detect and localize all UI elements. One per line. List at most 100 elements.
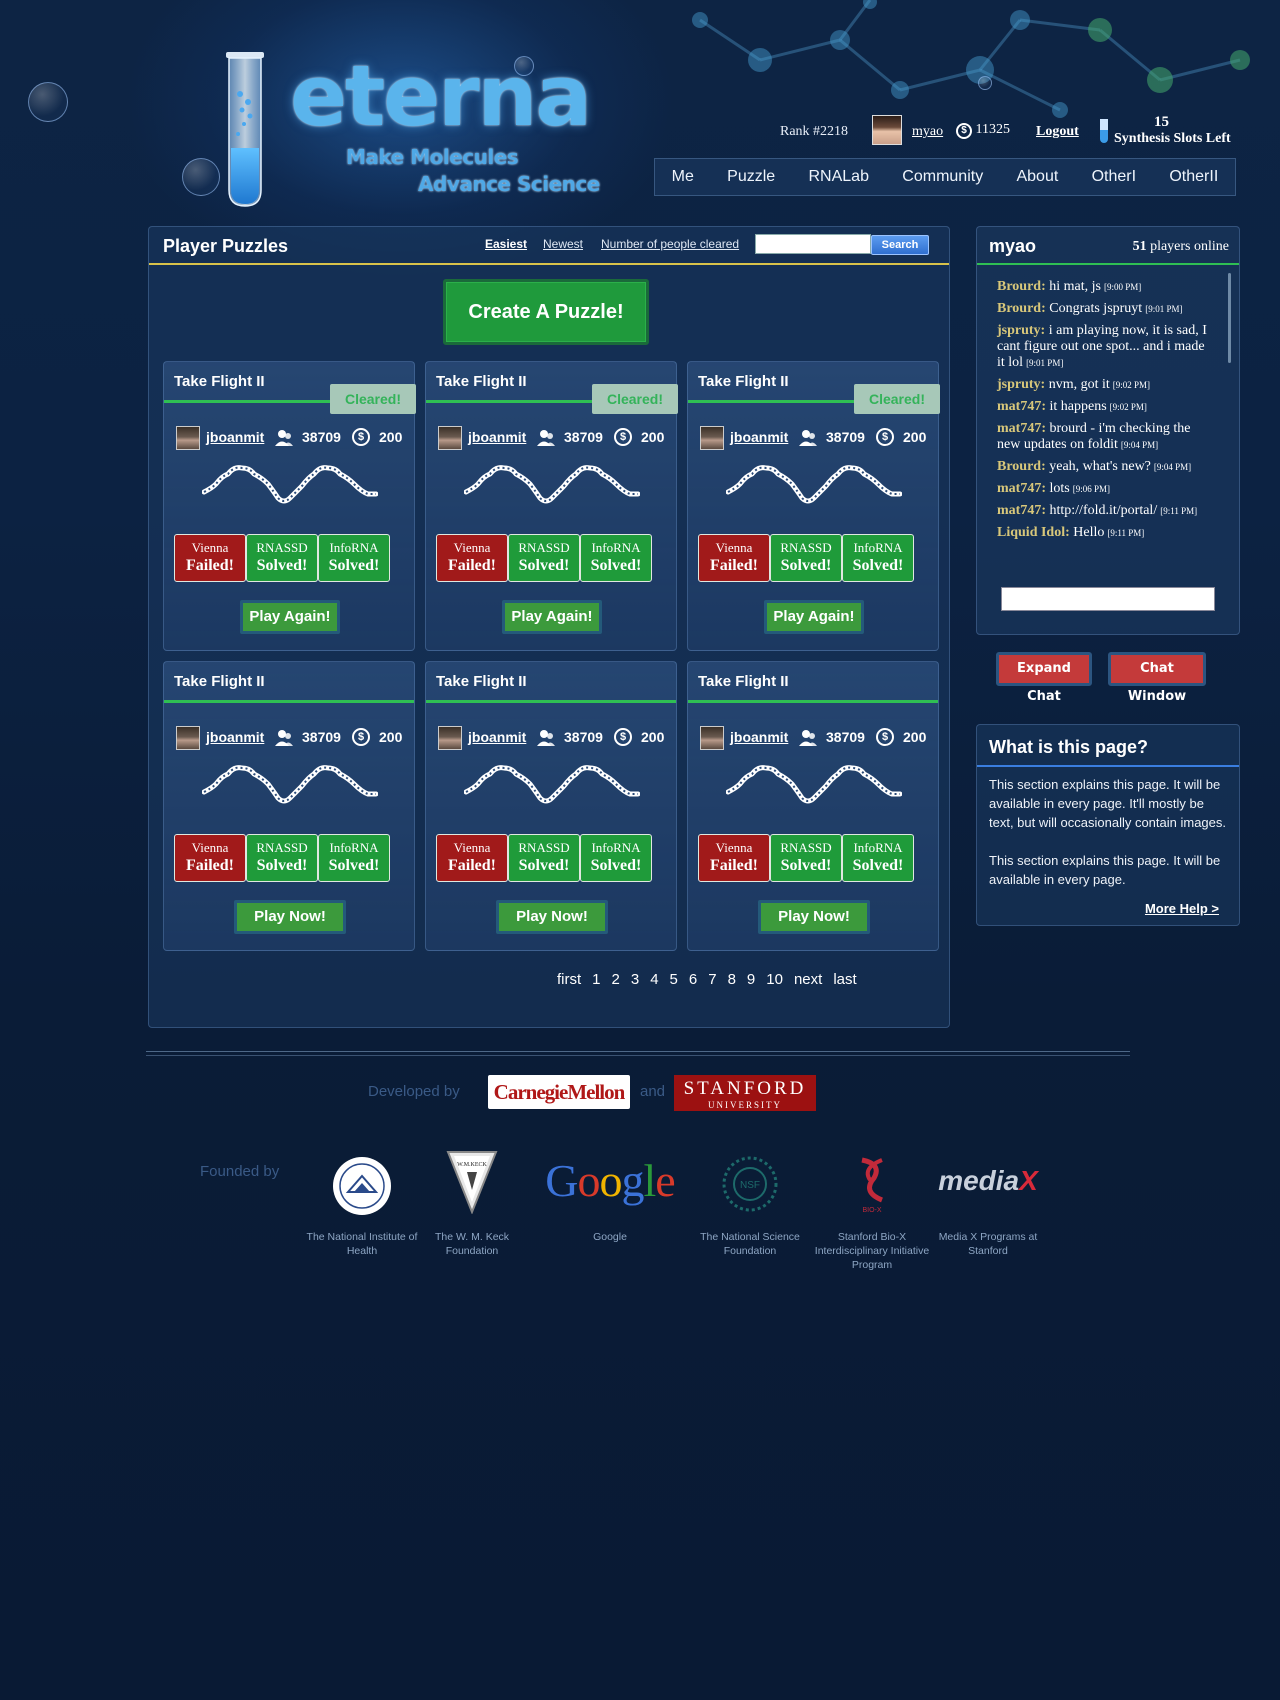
chat-sender[interactable]: mat747: — [997, 503, 1046, 518]
author-link[interactable]: jboanmit — [206, 729, 264, 745]
people-icon — [275, 430, 293, 446]
expand-chat-button[interactable]: Expand Chat — [996, 652, 1092, 704]
chat-sender[interactable]: mat747: — [997, 481, 1046, 496]
nav-item-other-i[interactable]: OtherI — [1092, 168, 1136, 186]
search-button[interactable]: Search — [871, 235, 929, 255]
carnegie-mellon-logo[interactable]: CarnegieMellon — [488, 1075, 630, 1109]
chat-sender[interactable]: Brourd: — [997, 459, 1046, 474]
chat-message: Brourd: hi mat, js [9:00 PM] — [997, 279, 1215, 295]
sort-easiest[interactable]: Easiest — [485, 237, 527, 251]
sponsor-google[interactable]: Google Google — [542, 1150, 678, 1244]
sponsor-mediax[interactable]: mediaX Media X Programs at Stanford — [928, 1150, 1048, 1257]
sponsor-biox[interactable]: BIO-X Stanford Bio-X Interdisciplinary I… — [812, 1150, 932, 1271]
rna-structure-icon[interactable] — [464, 462, 640, 506]
author-link[interactable]: jboanmit — [730, 429, 788, 445]
engine-status: Solved! — [256, 557, 308, 574]
more-help-link[interactable]: More Help > — [1145, 901, 1219, 916]
page-5[interactable]: 5 — [670, 971, 678, 988]
author-link[interactable]: jboanmit — [468, 729, 526, 745]
chat-input[interactable] — [1001, 587, 1215, 611]
page-7[interactable]: 7 — [708, 971, 716, 988]
rna-structure-icon[interactable] — [464, 762, 640, 806]
page-last[interactable]: last — [833, 971, 856, 988]
page-2[interactable]: 2 — [612, 971, 620, 988]
sponsor-nih[interactable]: The National Institute of Health — [302, 1150, 422, 1257]
rna-structure-icon[interactable] — [726, 762, 902, 806]
sort-people-cleared[interactable]: Number of people cleared — [601, 237, 739, 251]
sponsor-keck[interactable]: W.M.KECK The W. M. Keck Foundation — [412, 1150, 532, 1257]
bubble-decoration — [978, 76, 992, 90]
author-link[interactable]: jboanmit — [206, 429, 264, 445]
page-8[interactable]: 8 — [728, 971, 736, 988]
page-9[interactable]: 9 — [747, 971, 755, 988]
page-10[interactable]: 10 — [766, 971, 783, 988]
nav-item-community[interactable]: Community — [902, 168, 983, 186]
puzzle-title[interactable]: Take Flight II — [698, 673, 789, 690]
chat-sender[interactable]: Brourd: — [997, 301, 1046, 316]
developed-by-label: Developed by — [368, 1083, 460, 1100]
puzzle-title[interactable]: Take Flight II — [174, 373, 265, 390]
chat-sender[interactable]: mat747: — [997, 399, 1046, 414]
chat-message: mat747: http://fold.it/portal/[9:11 PM] — [997, 503, 1215, 519]
chat-sender[interactable]: Brourd: — [997, 279, 1046, 294]
chat-window-button[interactable]: Chat Window — [1108, 652, 1206, 704]
page-3[interactable]: 3 — [631, 971, 639, 988]
nav-item-about[interactable]: About — [1016, 168, 1058, 186]
nav-item-other-ii[interactable]: OtherII — [1169, 168, 1218, 186]
engine-name: Vienna — [453, 540, 491, 555]
nav-item-me[interactable]: Me — [672, 168, 694, 186]
rna-structure-icon[interactable] — [202, 762, 378, 806]
author-avatar — [438, 426, 462, 450]
chat-sender[interactable]: Liquid Idol: — [997, 525, 1070, 540]
create-puzzle-button[interactable]: Create A Puzzle! — [443, 279, 649, 345]
play-button[interactable]: Play Now! — [234, 900, 346, 934]
cleared-count: 38709 — [826, 429, 865, 445]
vienna-result: Vienna Failed! — [698, 834, 770, 882]
chat-scrollbar[interactable] — [1228, 273, 1231, 363]
engine-status: Solved! — [256, 857, 308, 874]
chat-sender[interactable]: jspruty: — [997, 323, 1045, 338]
page-1[interactable]: 1 — [592, 971, 600, 988]
page-next[interactable]: next — [794, 971, 822, 988]
nav-item-rnalab[interactable]: RNALab — [809, 168, 869, 186]
puzzle-title[interactable]: Take Flight II — [174, 673, 265, 690]
player-rank: Rank #2218 — [780, 124, 849, 139]
play-button[interactable]: Play Now! — [496, 900, 608, 934]
play-button[interactable]: Play Now! — [758, 900, 870, 934]
page-4[interactable]: 4 — [650, 971, 658, 988]
engine-status: Failed! — [448, 857, 496, 874]
author-avatar — [176, 726, 200, 750]
author-link[interactable]: jboanmit — [468, 429, 526, 445]
vienna-result: Vienna Failed! — [698, 534, 770, 582]
stanford-logo[interactable]: STANFORD UNIVERSITY — [674, 1075, 816, 1111]
puzzle-search-input[interactable] — [755, 234, 871, 254]
play-button[interactable]: Play Again! — [502, 600, 602, 634]
puzzle-title[interactable]: Take Flight II — [436, 673, 527, 690]
rna-structure-icon[interactable] — [202, 462, 378, 506]
eterna-wordmark[interactable]: eterna — [290, 54, 592, 138]
rna-structure-icon[interactable] — [726, 462, 902, 506]
sort-newest[interactable]: Newest — [543, 237, 583, 251]
logout-link[interactable]: Logout — [1036, 124, 1079, 140]
play-button[interactable]: Play Again! — [764, 600, 864, 634]
chat-message: jspruty: i am playing now, it is sad, I … — [997, 323, 1215, 371]
username-link[interactable]: myao — [912, 124, 943, 140]
puzzle-meta: jboanmit 38709 $ 200 — [438, 726, 670, 750]
keck-logo-icon: W.M.KECK — [446, 1151, 498, 1215]
puzzle-title[interactable]: Take Flight II — [698, 373, 789, 390]
user-avatar[interactable] — [872, 115, 902, 145]
inforna-result: InfoRNA Solved! — [842, 534, 914, 582]
chat-sender[interactable]: jspruty: — [997, 377, 1045, 392]
test-tube-logo-icon[interactable] — [226, 52, 264, 208]
chat-sender[interactable]: mat747: — [997, 421, 1046, 436]
page-first[interactable]: first — [557, 971, 581, 988]
page-6[interactable]: 6 — [689, 971, 697, 988]
cleared-badge: Cleared! — [330, 384, 416, 414]
engine-name: RNASSD — [780, 540, 832, 555]
play-button[interactable]: Play Again! — [240, 600, 340, 634]
author-link[interactable]: jboanmit — [730, 729, 788, 745]
sponsor-nsf[interactable]: NSF The National Science Foundation — [690, 1150, 810, 1257]
nav-item-puzzle[interactable]: Puzzle — [727, 168, 775, 186]
biox-logo-icon: BIO-X — [861, 1157, 884, 1214]
puzzle-title[interactable]: Take Flight II — [436, 373, 527, 390]
